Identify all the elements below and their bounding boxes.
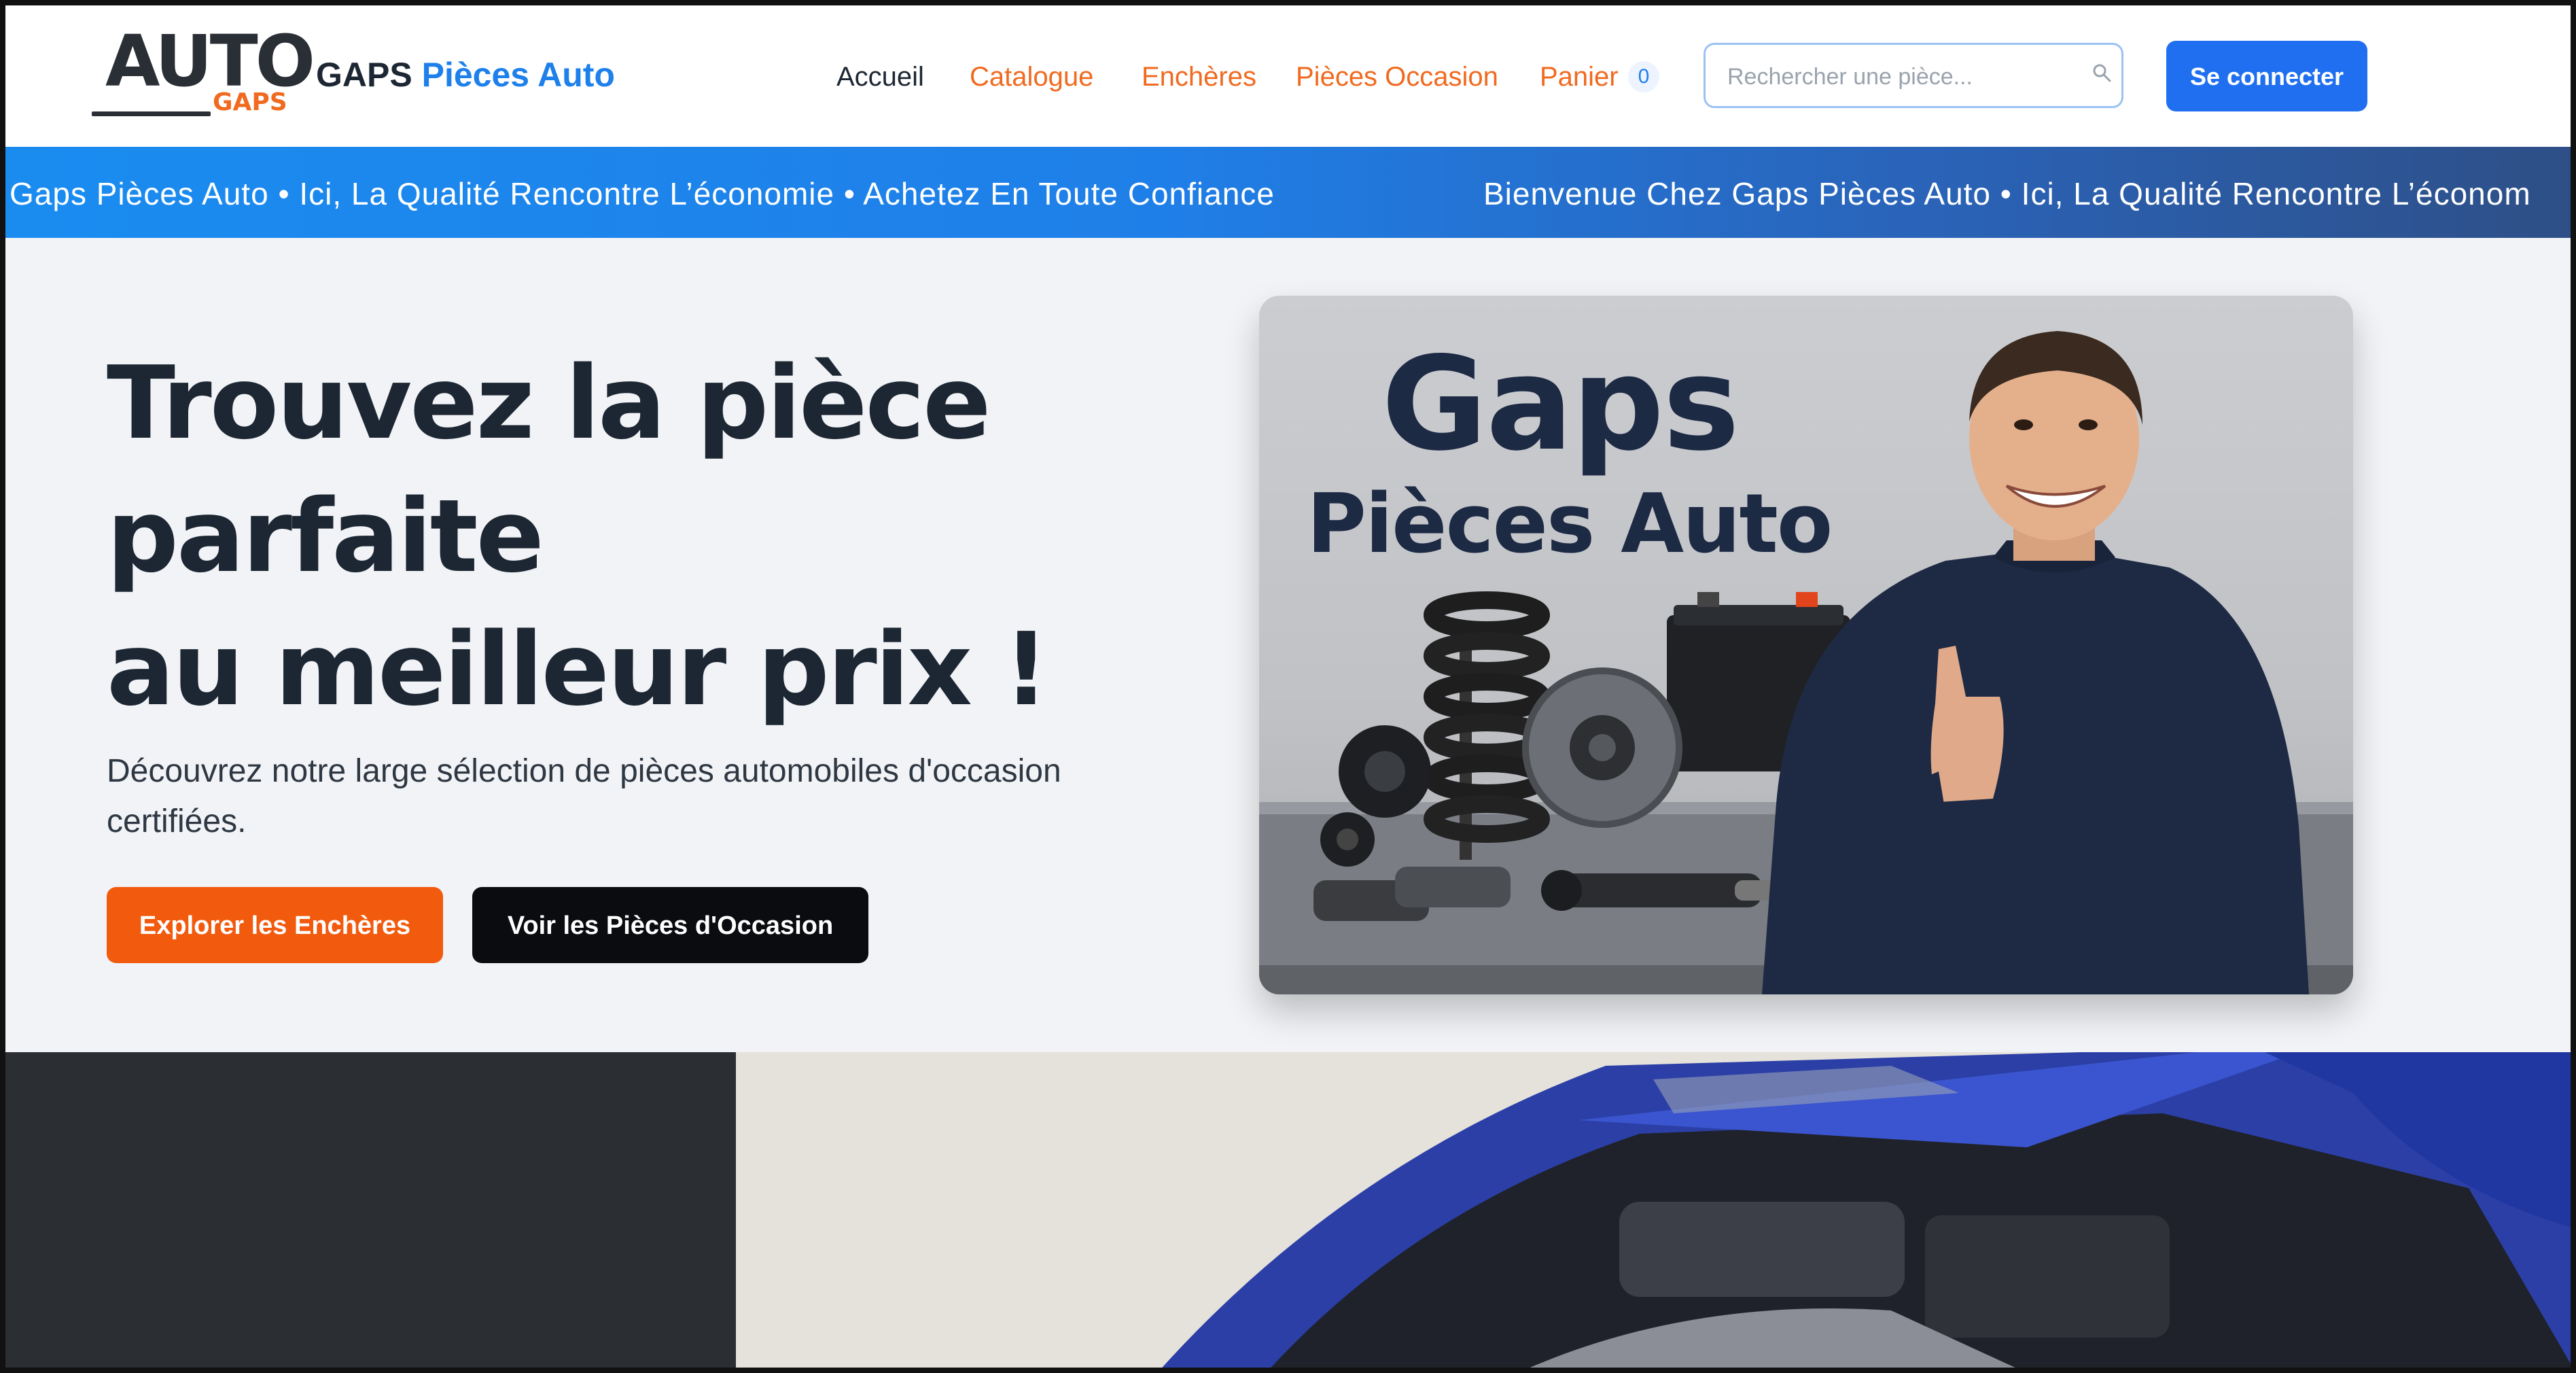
brake-pad-icon bbox=[1395, 867, 1511, 907]
hero-title-line-1: Trouvez la pièce bbox=[107, 345, 991, 462]
logo-text: AUTO bbox=[105, 20, 315, 103]
cart-count-badge: 0 bbox=[1628, 61, 1659, 92]
search-box bbox=[1704, 43, 2123, 108]
banner-text-segment-2: Bienvenue Chez Gaps Pièces Auto • Ici, L… bbox=[1483, 176, 2531, 211]
logo-underline bbox=[92, 111, 211, 116]
site-header: AUTO GAPS GAPS Pièces Auto Accueil Catal… bbox=[0, 0, 2576, 147]
search-icon[interactable] bbox=[2092, 63, 2112, 83]
brand-name-part2: Pièces Auto bbox=[421, 56, 615, 94]
hero-image-subtitle: Pièces Auto bbox=[1307, 477, 1833, 572]
nav-link-pieces-occasion[interactable]: Pièces Occasion bbox=[1296, 60, 1498, 94]
nav-link-panier[interactable]: Panier bbox=[1540, 60, 1619, 94]
hero-title-line-3: au meilleur prix ! bbox=[107, 611, 1049, 728]
search-input[interactable] bbox=[1726, 56, 2068, 98]
nav-link-accueil[interactable]: Accueil bbox=[836, 60, 924, 94]
login-button[interactable]: Se connecter bbox=[2166, 41, 2367, 111]
banner-text-segment-1: Gaps Pièces Auto • Ici, La Qualité Renco… bbox=[10, 176, 1275, 211]
brand-name[interactable]: GAPS Pièces Auto bbox=[316, 54, 615, 95]
hero-title-line-2: parfaite bbox=[107, 478, 544, 595]
nav-link-catalogue[interactable]: Catalogue bbox=[970, 60, 1093, 94]
view-used-parts-button[interactable]: Voir les Pièces d'Occasion bbox=[472, 887, 868, 963]
car-engine-illustration bbox=[1157, 1052, 2576, 1373]
brand-name-part1: GAPS bbox=[316, 56, 412, 94]
hero-image: Gaps Pièces Auto bbox=[1259, 296, 2353, 994]
dark-panel bbox=[0, 1052, 736, 1373]
explore-auctions-button[interactable]: Explorer les Enchères bbox=[107, 887, 443, 963]
car-engine-photo bbox=[736, 1052, 2576, 1373]
hero-section: Trouvez la pièce parfaite au meilleur pr… bbox=[0, 238, 2576, 1052]
hero-title: Trouvez la pièce parfaite au meilleur pr… bbox=[107, 336, 1049, 736]
site-logo[interactable]: AUTO GAPS bbox=[92, 26, 315, 120]
brake-disc-icon bbox=[1522, 667, 1682, 828]
hero-subtitle: Découvrez notre large sélection de pièce… bbox=[107, 753, 1061, 839]
smiling-man-photo bbox=[1762, 331, 2309, 994]
nav-link-encheres[interactable]: Enchères bbox=[1142, 60, 1256, 94]
announcement-banner: Gaps Pièces Auto • Ici, La Qualité Renco… bbox=[0, 147, 2576, 238]
hero-image-title: Gaps bbox=[1381, 329, 1740, 479]
logo-subtext: GAPS bbox=[213, 88, 287, 116]
